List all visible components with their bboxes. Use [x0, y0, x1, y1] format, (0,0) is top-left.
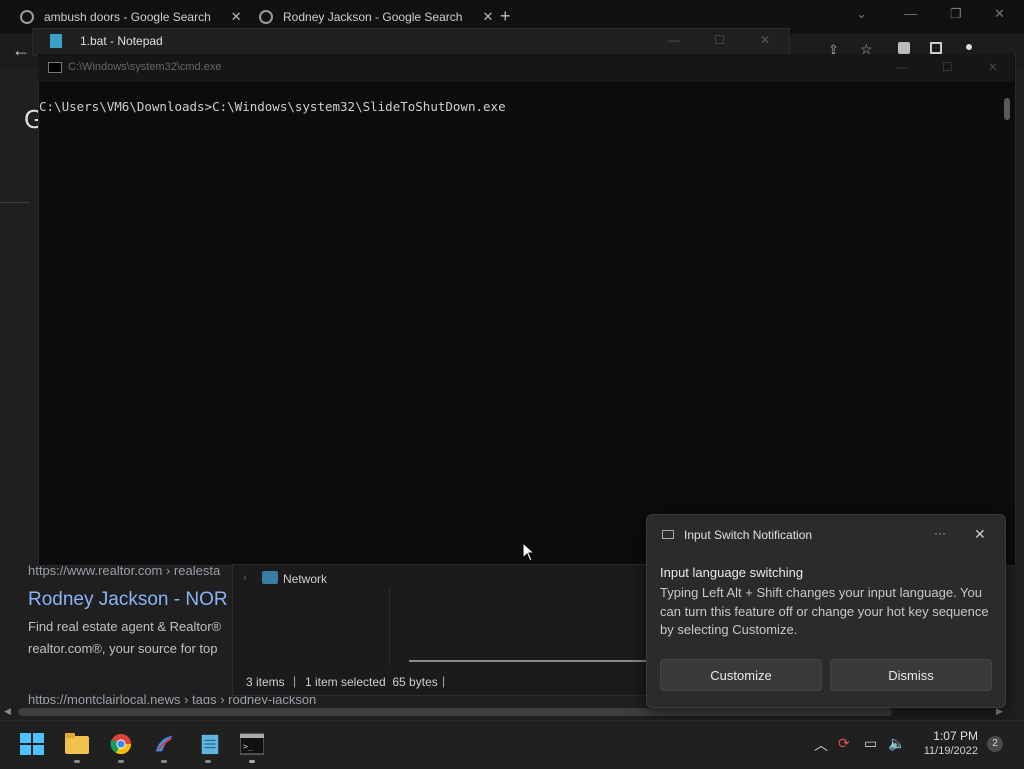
notepad-title: 1.bat - Notepad: [80, 34, 163, 48]
file-explorer-icon[interactable]: [65, 733, 89, 755]
chevron-down-icon[interactable]: ⌄: [856, 6, 867, 22]
network-icon[interactable]: ▭: [864, 735, 877, 752]
notification-app-name: Input Switch Notification: [684, 528, 813, 542]
divider: [0, 202, 30, 203]
status-separator: |: [293, 674, 297, 688]
mouse-cursor-icon: [522, 542, 536, 562]
google-icon: [259, 10, 273, 24]
cmd-window[interactable]: [38, 54, 1016, 566]
notification-heading: Input language switching: [660, 565, 804, 580]
scroll-left-icon[interactable]: ◀: [4, 706, 11, 717]
more-options-icon[interactable]: ···: [934, 526, 946, 540]
close-icon[interactable]: ✕: [231, 9, 242, 25]
extensions-icon[interactable]: [898, 42, 910, 54]
sidepanel-icon[interactable]: [930, 42, 942, 54]
close-icon[interactable]: ✕: [974, 526, 986, 543]
notification-count-badge[interactable]: 2: [987, 736, 1003, 752]
clock-date[interactable]: 11/19/2022: [910, 745, 978, 757]
explorer-scrollbar[interactable]: [409, 660, 649, 662]
running-indicator: [118, 760, 124, 763]
notepad-app-icon: [50, 34, 62, 48]
notification-body: Typing Left Alt + Shift changes your inp…: [660, 585, 989, 637]
cmd-output-line: C:\Users\VM6\Downloads>C:\Windows\system…: [39, 99, 506, 114]
start-icon[interactable]: [20, 733, 44, 755]
running-indicator: [74, 760, 80, 763]
back-arrow-icon[interactable]: ←: [12, 40, 30, 61]
cmd-scrollbar[interactable]: [1004, 98, 1010, 120]
update-icon[interactable]: ⟳: [838, 735, 850, 752]
minimize-icon[interactable]: —: [904, 6, 917, 21]
tab-rodney-jackson[interactable]: Rodney Jackson - Google Search ✕: [259, 4, 493, 30]
terminal-icon[interactable]: >_: [240, 733, 264, 755]
scrollbar-thumb[interactable]: [18, 708, 892, 716]
volume-icon[interactable]: 🔈: [888, 735, 905, 752]
chevron-right-icon[interactable]: ›: [243, 572, 247, 584]
result-title-link[interactable]: Rodney Jackson - NOR: [28, 589, 228, 611]
nav-item-network[interactable]: Network: [283, 572, 327, 586]
result-snippet: realtor.com®, your source for top: [28, 641, 218, 656]
status-selection: 1 item selected 65 bytes: [305, 675, 438, 689]
profile-icon[interactable]: [966, 44, 972, 50]
chevron-up-icon[interactable]: ︿: [814, 735, 828, 755]
new-tab-button[interactable]: +: [500, 6, 511, 27]
notepad-icon[interactable]: [198, 733, 222, 755]
close-icon[interactable]: ✕: [988, 60, 998, 74]
running-indicator: [205, 760, 211, 763]
chrome-icon[interactable]: [109, 733, 133, 755]
svg-text:>_: >_: [243, 742, 253, 751]
maximize-icon[interactable]: ❐: [950, 6, 962, 22]
customize-button[interactable]: Customize: [660, 659, 822, 691]
app-icon[interactable]: [152, 733, 176, 755]
close-icon[interactable]: ✕: [482, 9, 493, 25]
close-icon[interactable]: ✕: [994, 6, 1005, 22]
tab-title: Rodney Jackson - Google Search: [283, 10, 463, 24]
pane-divider: [389, 588, 390, 666]
maximize-icon[interactable]: ☐: [942, 60, 953, 74]
cmd-app-icon: [48, 62, 62, 73]
tab-title: ambush doors - Google Search: [44, 10, 211, 24]
minimize-icon[interactable]: —: [896, 60, 908, 74]
cmd-title: C:\Windows\system32\cmd.exe: [68, 61, 222, 73]
status-separator: |: [442, 674, 446, 688]
dismiss-button[interactable]: Dismiss: [830, 659, 992, 691]
network-icon: [262, 571, 278, 584]
close-icon[interactable]: ✕: [760, 33, 770, 47]
keyboard-icon: [662, 530, 674, 539]
running-indicator: [249, 760, 255, 763]
minimize-icon[interactable]: —: [668, 33, 680, 47]
status-item-count: 3 items: [246, 675, 285, 689]
maximize-icon[interactable]: ☐: [714, 33, 725, 47]
result-snippet: Find real estate agent & Realtor®: [28, 619, 222, 634]
google-icon: [20, 10, 34, 24]
running-indicator: [161, 760, 167, 763]
tab-ambush-doors[interactable]: ambush doors - Google Search ✕: [20, 4, 242, 30]
clock-time[interactable]: 1:07 PM: [920, 729, 978, 743]
